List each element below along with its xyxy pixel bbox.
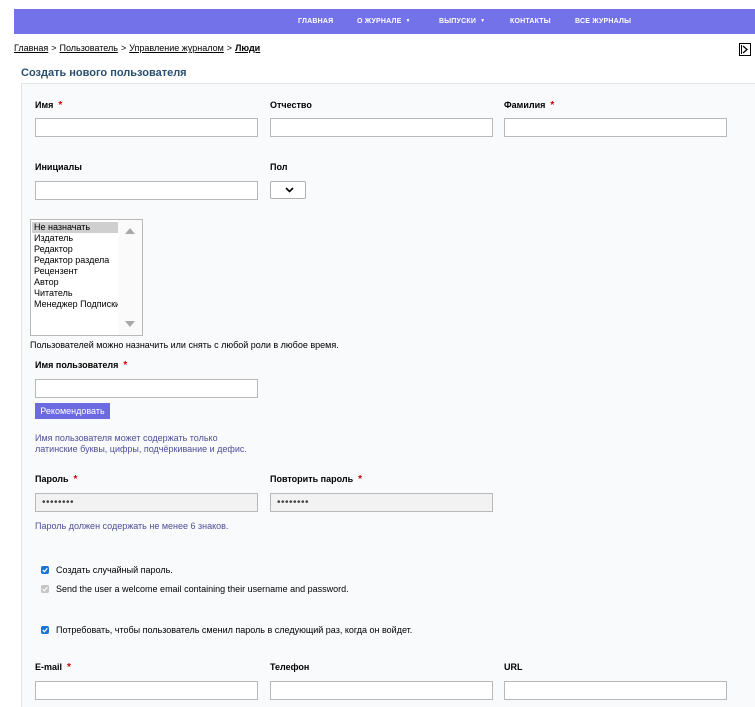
password-label: Пароль * [35, 474, 77, 485]
required-marker: * [73, 474, 78, 485]
last-name-label: Фамилия * [504, 100, 554, 111]
checkmark-icon [42, 627, 48, 633]
password-label-text: Пароль [35, 474, 69, 484]
nav-home[interactable]: ГЛАВНАЯ [298, 9, 333, 34]
phone-input[interactable] [270, 681, 493, 700]
username-label: Имя пользователя * [35, 360, 127, 371]
nav-about[interactable]: О ЖУРНАЛЕ ▼ [357, 9, 411, 34]
checkmark-icon [42, 586, 48, 592]
initials-label: Инициалы [35, 162, 82, 172]
change-password-label: Потребовать, чтобы пользователь сменил п… [56, 625, 413, 635]
caret-down-icon: ▼ [480, 18, 486, 24]
role-option[interactable]: Не назначать [32, 222, 119, 233]
welcome-email-label: Send the user a welcome email containing… [56, 584, 349, 594]
random-password-label: Создать случайный пароль. [56, 565, 173, 575]
nav-issues[interactable]: ВЫПУСКИ ▼ [439, 9, 485, 34]
suggest-username-button[interactable]: Рекомендовать [35, 403, 110, 419]
email-input[interactable] [35, 681, 258, 700]
role-option[interactable]: Редактор [32, 244, 119, 255]
username-hint: Имя пользователя может содержать только … [35, 433, 247, 455]
sidebar-toggle-icon[interactable] [739, 43, 751, 56]
required-marker: * [123, 360, 128, 371]
middle-name-label: Отчество [270, 100, 312, 110]
role-option[interactable]: Рецензент [32, 266, 119, 277]
welcome-email-checkbox[interactable] [41, 585, 49, 593]
role-option[interactable]: Автор [32, 277, 119, 288]
email-label-text: E-mail [35, 662, 63, 672]
last-name-input[interactable] [504, 118, 727, 137]
nav-contacts[interactable]: КОНТАКТЫ [510, 9, 551, 34]
change-password-checkbox[interactable] [41, 626, 49, 634]
nav-issues-label: ВЫПУСКИ [439, 18, 477, 25]
phone-label: Телефон [270, 662, 310, 672]
random-password-checkbox[interactable] [41, 566, 49, 574]
page-title: Создать нового пользователя [21, 67, 187, 79]
breadcrumb: Главная > Пользователь > Управление журналом… [14, 43, 260, 53]
first-name-label: Имя * [35, 100, 62, 111]
breadcrumb-current[interactable]: Люди [235, 43, 260, 53]
middle-name-input[interactable] [270, 118, 493, 137]
username-hint-line: Имя пользователя может содержать только [35, 433, 218, 443]
password-input[interactable]: •••••••• [35, 493, 258, 512]
checkmark-icon [42, 567, 48, 573]
nav-about-label: О ЖУРНАЛЕ [357, 18, 402, 25]
first-name-label-text: Имя [35, 100, 54, 110]
username-input[interactable] [35, 379, 258, 398]
initials-input[interactable] [35, 181, 258, 200]
breadcrumb-separator: > [120, 43, 127, 53]
repeat-password-label: Повторить пароль * [270, 474, 362, 485]
url-input[interactable] [504, 681, 727, 700]
scroll-up-icon[interactable] [125, 228, 135, 234]
chevron-down-icon [285, 187, 294, 193]
roles-note: Пользователей можно назначить или снять … [30, 340, 339, 350]
last-name-label-text: Фамилия [504, 100, 546, 110]
role-option[interactable]: Редактор раздела [32, 255, 119, 266]
repeat-password-label-text: Повторить пароль [270, 474, 354, 484]
required-marker: * [67, 662, 71, 673]
listbox-scrollbar[interactable] [118, 220, 142, 335]
nav-all-journals[interactable]: ВСЕ ЖУРНАЛЫ [575, 9, 631, 34]
email-label: E-mail * [35, 662, 71, 673]
repeat-password-input[interactable]: •••••••• [270, 493, 493, 512]
caret-down-icon: ▼ [405, 18, 411, 24]
gender-select[interactable] [270, 181, 306, 199]
url-label: URL [504, 662, 523, 672]
first-name-input[interactable] [35, 118, 258, 137]
scroll-down-icon[interactable] [125, 321, 135, 327]
top-nav: ГЛАВНАЯ О ЖУРНАЛЕ ▼ ВЫПУСКИ ▼ КОНТАКТЫ ВСЕ… [14, 9, 755, 34]
required-marker: * [358, 474, 363, 485]
role-option[interactable]: Менеджер Подписки [32, 299, 120, 310]
required-marker: * [58, 100, 63, 111]
breadcrumb-separator: > [51, 43, 57, 53]
username-hint-line: латинские буквы, цифры, подчёркивание и … [35, 444, 247, 454]
password-hint: Пароль должен содержать не менее 6 знако… [35, 521, 229, 531]
role-option[interactable]: Читатель [32, 288, 119, 299]
gender-label: Пол [270, 162, 288, 172]
breadcrumb-home[interactable]: Главная [14, 43, 48, 53]
required-marker: * [550, 100, 555, 111]
breadcrumb-journal-management[interactable]: Управление журналом [129, 43, 224, 53]
breadcrumb-user[interactable]: Пользователь [60, 43, 118, 53]
breadcrumb-separator: > [226, 43, 233, 53]
roles-listbox[interactable]: Не назначать Издатель Редактор Редактор … [30, 219, 143, 336]
role-option[interactable]: Издатель [32, 233, 119, 244]
username-label-text: Имя пользователя [35, 360, 119, 370]
